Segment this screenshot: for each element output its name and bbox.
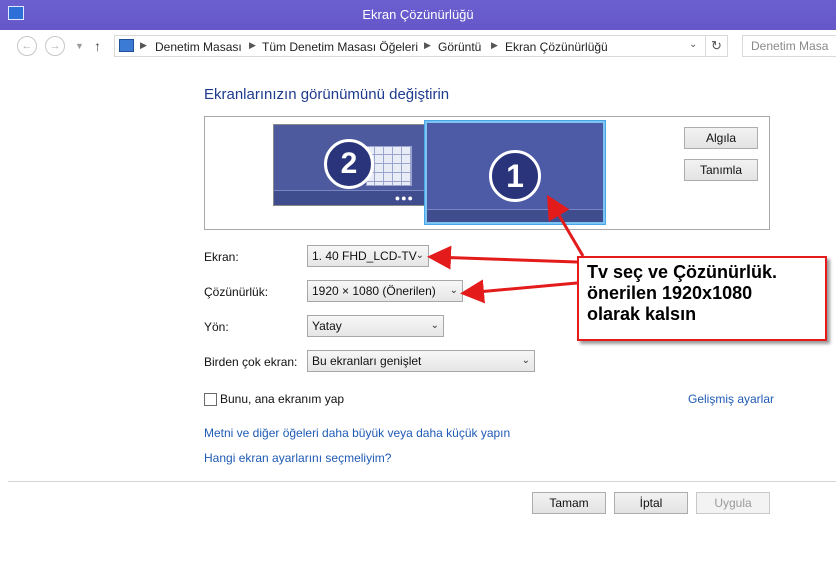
arrow-to-monitor-1 (546, 194, 585, 257)
annotation-line: önerilen 1920x1080 (587, 283, 753, 303)
annotation-callout: Tv seç ve Çözünürlük. önerilen 1920x1080… (577, 256, 827, 341)
arrow-to-resolution-select (460, 279, 578, 304)
annotation-line: Tv seç ve Çözünürlük. (587, 262, 778, 282)
annotation-line: olarak kalsın (587, 304, 697, 324)
arrow-to-display-select (427, 245, 578, 270)
